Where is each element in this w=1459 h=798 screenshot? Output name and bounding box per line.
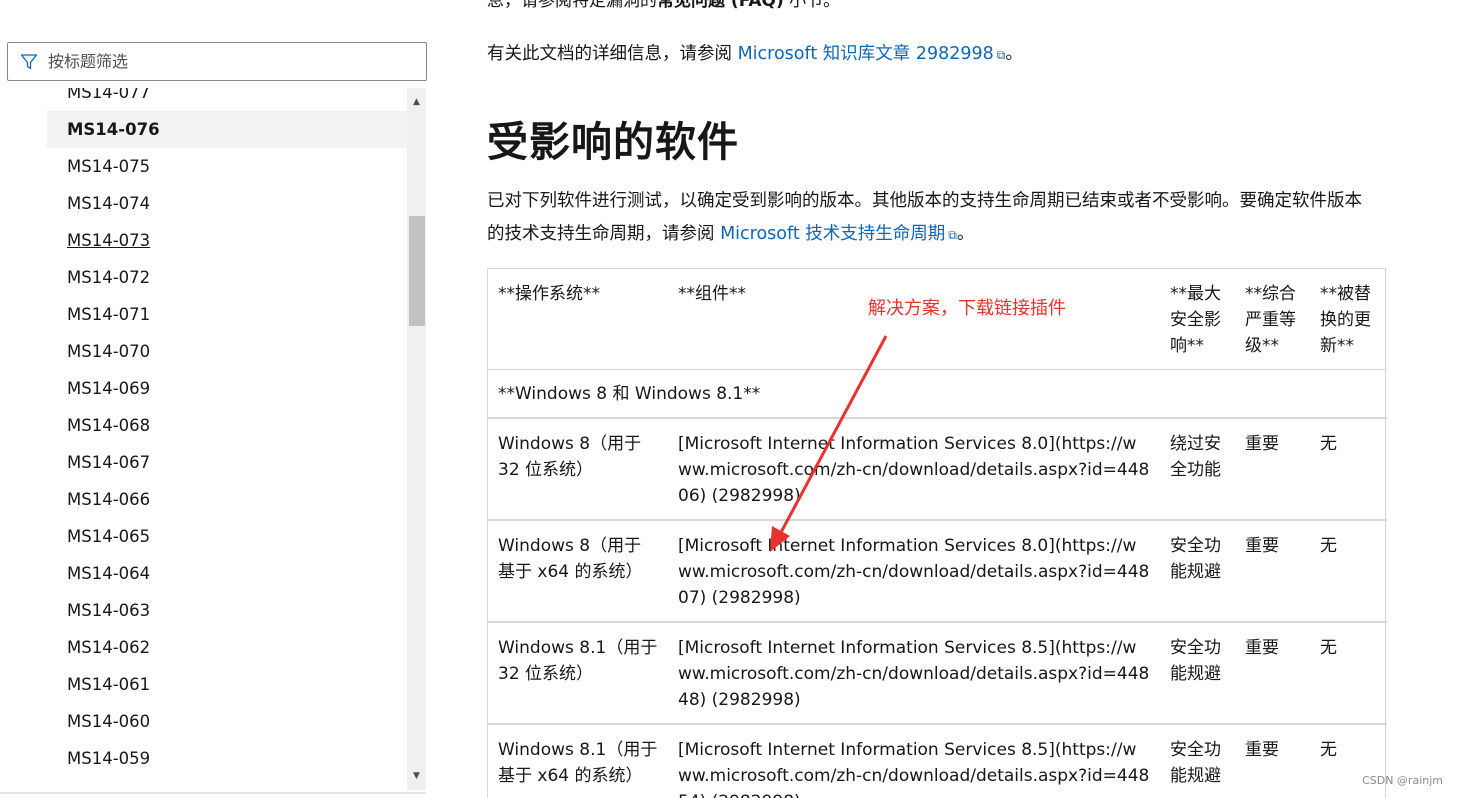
cell-os: Windows 8.1（用于基于 x64 的系统） <box>498 740 658 786</box>
cell-os: Windows 8（用于基于 x64 的系统） <box>498 536 643 582</box>
cell-severity: 重要 <box>1245 638 1279 658</box>
sidebar-item-ms14-068[interactable]: MS14-068 <box>47 407 407 444</box>
faq-text-after: 小节。 <box>789 0 841 11</box>
table-row: Windows 8（用于 32 位系统） [Microsoft Internet … <box>488 418 1387 520</box>
sidebar-item-label: MS14-077 <box>67 88 151 102</box>
group-label: **Windows 8 和 Windows 8.1** <box>488 369 1387 418</box>
sidebar-item-label: MS14-067 <box>67 453 151 472</box>
sidebar-item-label: MS14-069 <box>67 379 151 398</box>
faq-sentence-fragment: 息，请参阅特定漏洞的常见问题 (FAQ) 小节。 <box>487 0 840 11</box>
sidebar-item-ms14-075[interactable]: MS14-075 <box>47 148 407 185</box>
sidebar-item-ms14-076[interactable]: MS14-076 <box>47 111 407 148</box>
sidebar-item-label: MS14-071 <box>67 305 151 324</box>
scroll-thumb[interactable] <box>409 216 425 326</box>
cell-impact: 安全功能规避 <box>1170 536 1221 582</box>
kb-article-link-label: Microsoft 知识库文章 2982998 <box>737 44 994 64</box>
header-impact: **最大安全影响** <box>1170 284 1221 356</box>
sidebar-item-ms14-059[interactable]: MS14-059 <box>47 740 407 777</box>
toc-viewport: MS14-077 MS14-076 MS14-075 MS14-074 MS14-073… <box>0 88 407 790</box>
sidebar-item-label: MS14-068 <box>67 416 151 435</box>
info-paragraph: 有关此文档的详细信息，请参阅 Microsoft 知识库文章 2982998 ⧉。 <box>487 38 1023 72</box>
sidebar-item-label: MS14-060 <box>67 712 151 731</box>
sidebar-item-label: MS14-074 <box>67 194 151 213</box>
cell-component: [Microsoft Internet Information Services… <box>678 638 1150 710</box>
info-end: 。 <box>1005 44 1023 64</box>
cell-component: [Microsoft Internet Information Services… <box>678 434 1150 506</box>
cell-component: [Microsoft Internet Information Services… <box>678 536 1150 608</box>
sidebar-item-ms14-064[interactable]: MS14-064 <box>47 555 407 592</box>
sidebar-item-ms14-062[interactable]: MS14-062 <box>47 629 407 666</box>
sidebar-item-ms14-061[interactable]: MS14-061 <box>47 666 407 703</box>
sidebar-item-label: MS14-072 <box>67 268 151 287</box>
sidebar-item-label: MS14-062 <box>67 638 151 657</box>
annotation-arrow-icon <box>770 335 888 552</box>
sidebar-item-label: MS14-066 <box>67 490 151 509</box>
cell-os: Windows 8.1（用于 32 位系统） <box>498 638 658 684</box>
sidebar-item-label: MS14-073 <box>67 231 151 250</box>
filter-icon <box>18 51 40 73</box>
cell-component: [Microsoft Internet Information Services… <box>678 740 1150 798</box>
sidebar-item-label: MS14-063 <box>67 601 151 620</box>
cell-replaced: 无 <box>1320 638 1337 658</box>
sidebar-item-ms14-077[interactable]: MS14-077 <box>47 88 407 111</box>
sidebar-item-ms14-069[interactable]: MS14-069 <box>47 370 407 407</box>
table-group-row: **Windows 8 和 Windows 8.1** <box>488 369 1387 418</box>
cell-severity: 重要 <box>1245 536 1279 556</box>
table-row: Windows 8.1（用于基于 x64 的系统） [Microsoft Inte… <box>488 724 1387 798</box>
info-text: 有关此文档的详细信息，请参阅 <box>487 44 738 64</box>
divider <box>0 792 426 794</box>
description-end: 。 <box>956 224 975 244</box>
external-link-icon: ⧉ <box>948 228 957 242</box>
sidebar-item-ms14-066[interactable]: MS14-066 <box>47 481 407 518</box>
sidebar-item-ms14-073[interactable]: MS14-073 <box>47 222 407 259</box>
scroll-up-arrow-icon[interactable]: ▲ <box>407 92 426 112</box>
filter-input[interactable] <box>48 52 388 71</box>
cell-impact: 安全功能规避 <box>1170 740 1221 786</box>
header-replaced: **被替换的更新** <box>1320 284 1371 356</box>
toc-list: MS14-077 MS14-076 MS14-075 MS14-074 MS14-073… <box>47 88 407 777</box>
faq-text-before: 息，请参阅特定漏洞的 <box>487 0 657 11</box>
table-row: Windows 8（用于基于 x64 的系统） [Microsoft Intern… <box>488 520 1387 622</box>
kb-article-link[interactable]: Microsoft 知识库文章 2982998 ⧉ <box>738 44 1006 64</box>
cell-os: Windows 8（用于 32 位系统） <box>498 434 642 480</box>
sidebar-item-ms14-060[interactable]: MS14-060 <box>47 703 407 740</box>
sidebar: MS14-077 MS14-076 MS14-075 MS14-074 MS14-073… <box>0 0 440 798</box>
sidebar-item-ms14-074[interactable]: MS14-074 <box>47 185 407 222</box>
cell-severity: 重要 <box>1245 434 1279 454</box>
annotation-text: 解决方案，下载链接插件 <box>868 298 1066 319</box>
description-paragraph: 已对下列软件进行测试，以确定受到影响的版本。其他版本的支持生命周期已结束或者不受… <box>487 185 1377 252</box>
watermark: CSDN @rainjm <box>1362 774 1443 787</box>
filter-box[interactable] <box>7 42 427 81</box>
cell-impact: 安全功能规避 <box>1170 638 1221 684</box>
cell-impact: 绕过安全功能 <box>1170 434 1221 480</box>
sidebar-item-label: MS14-065 <box>67 527 151 546</box>
lifecycle-link-label: Microsoft 技术支持生命周期 <box>720 224 946 244</box>
cell-severity: 重要 <box>1245 740 1279 760</box>
affected-software-table: **操作系统** **组件** **最大安全影响** **综合严重等级** **… <box>487 268 1387 798</box>
sidebar-item-ms14-067[interactable]: MS14-067 <box>47 444 407 481</box>
faq-bold-text: 常见问题 (FAQ) <box>657 0 784 11</box>
sidebar-item-ms14-070[interactable]: MS14-070 <box>47 333 407 370</box>
scrollbar[interactable]: ▲ ▼ <box>407 88 426 790</box>
header-os: **操作系统** <box>498 284 600 304</box>
sidebar-item-label: MS14-061 <box>67 675 151 694</box>
cell-replaced: 无 <box>1320 434 1337 454</box>
table-row: Windows 8.1（用于 32 位系统） [Microsoft Interne… <box>488 622 1387 724</box>
sidebar-item-ms14-065[interactable]: MS14-065 <box>47 518 407 555</box>
sidebar-item-ms14-072[interactable]: MS14-072 <box>47 259 407 296</box>
sidebar-item-label: MS14-070 <box>67 342 151 361</box>
sidebar-item-ms14-063[interactable]: MS14-063 <box>47 592 407 629</box>
sidebar-item-label: MS14-075 <box>67 157 151 176</box>
cell-replaced: 无 <box>1320 536 1337 556</box>
page-heading: 受影响的软件 <box>487 118 739 166</box>
header-severity: **综合严重等级** <box>1245 284 1296 356</box>
sidebar-item-label: MS14-076 <box>67 120 160 139</box>
sidebar-item-label: MS14-064 <box>67 564 151 583</box>
main-content: 息，请参阅特定漏洞的常见问题 (FAQ) 小节。 有关此文档的详细信息，请参阅 … <box>487 0 1387 798</box>
lifecycle-link[interactable]: Microsoft 技术支持生命周期 ⧉ <box>720 224 957 244</box>
scroll-down-arrow-icon[interactable]: ▼ <box>407 766 426 786</box>
sidebar-item-ms14-071[interactable]: MS14-071 <box>47 296 407 333</box>
sidebar-item-label: MS14-059 <box>67 749 151 768</box>
